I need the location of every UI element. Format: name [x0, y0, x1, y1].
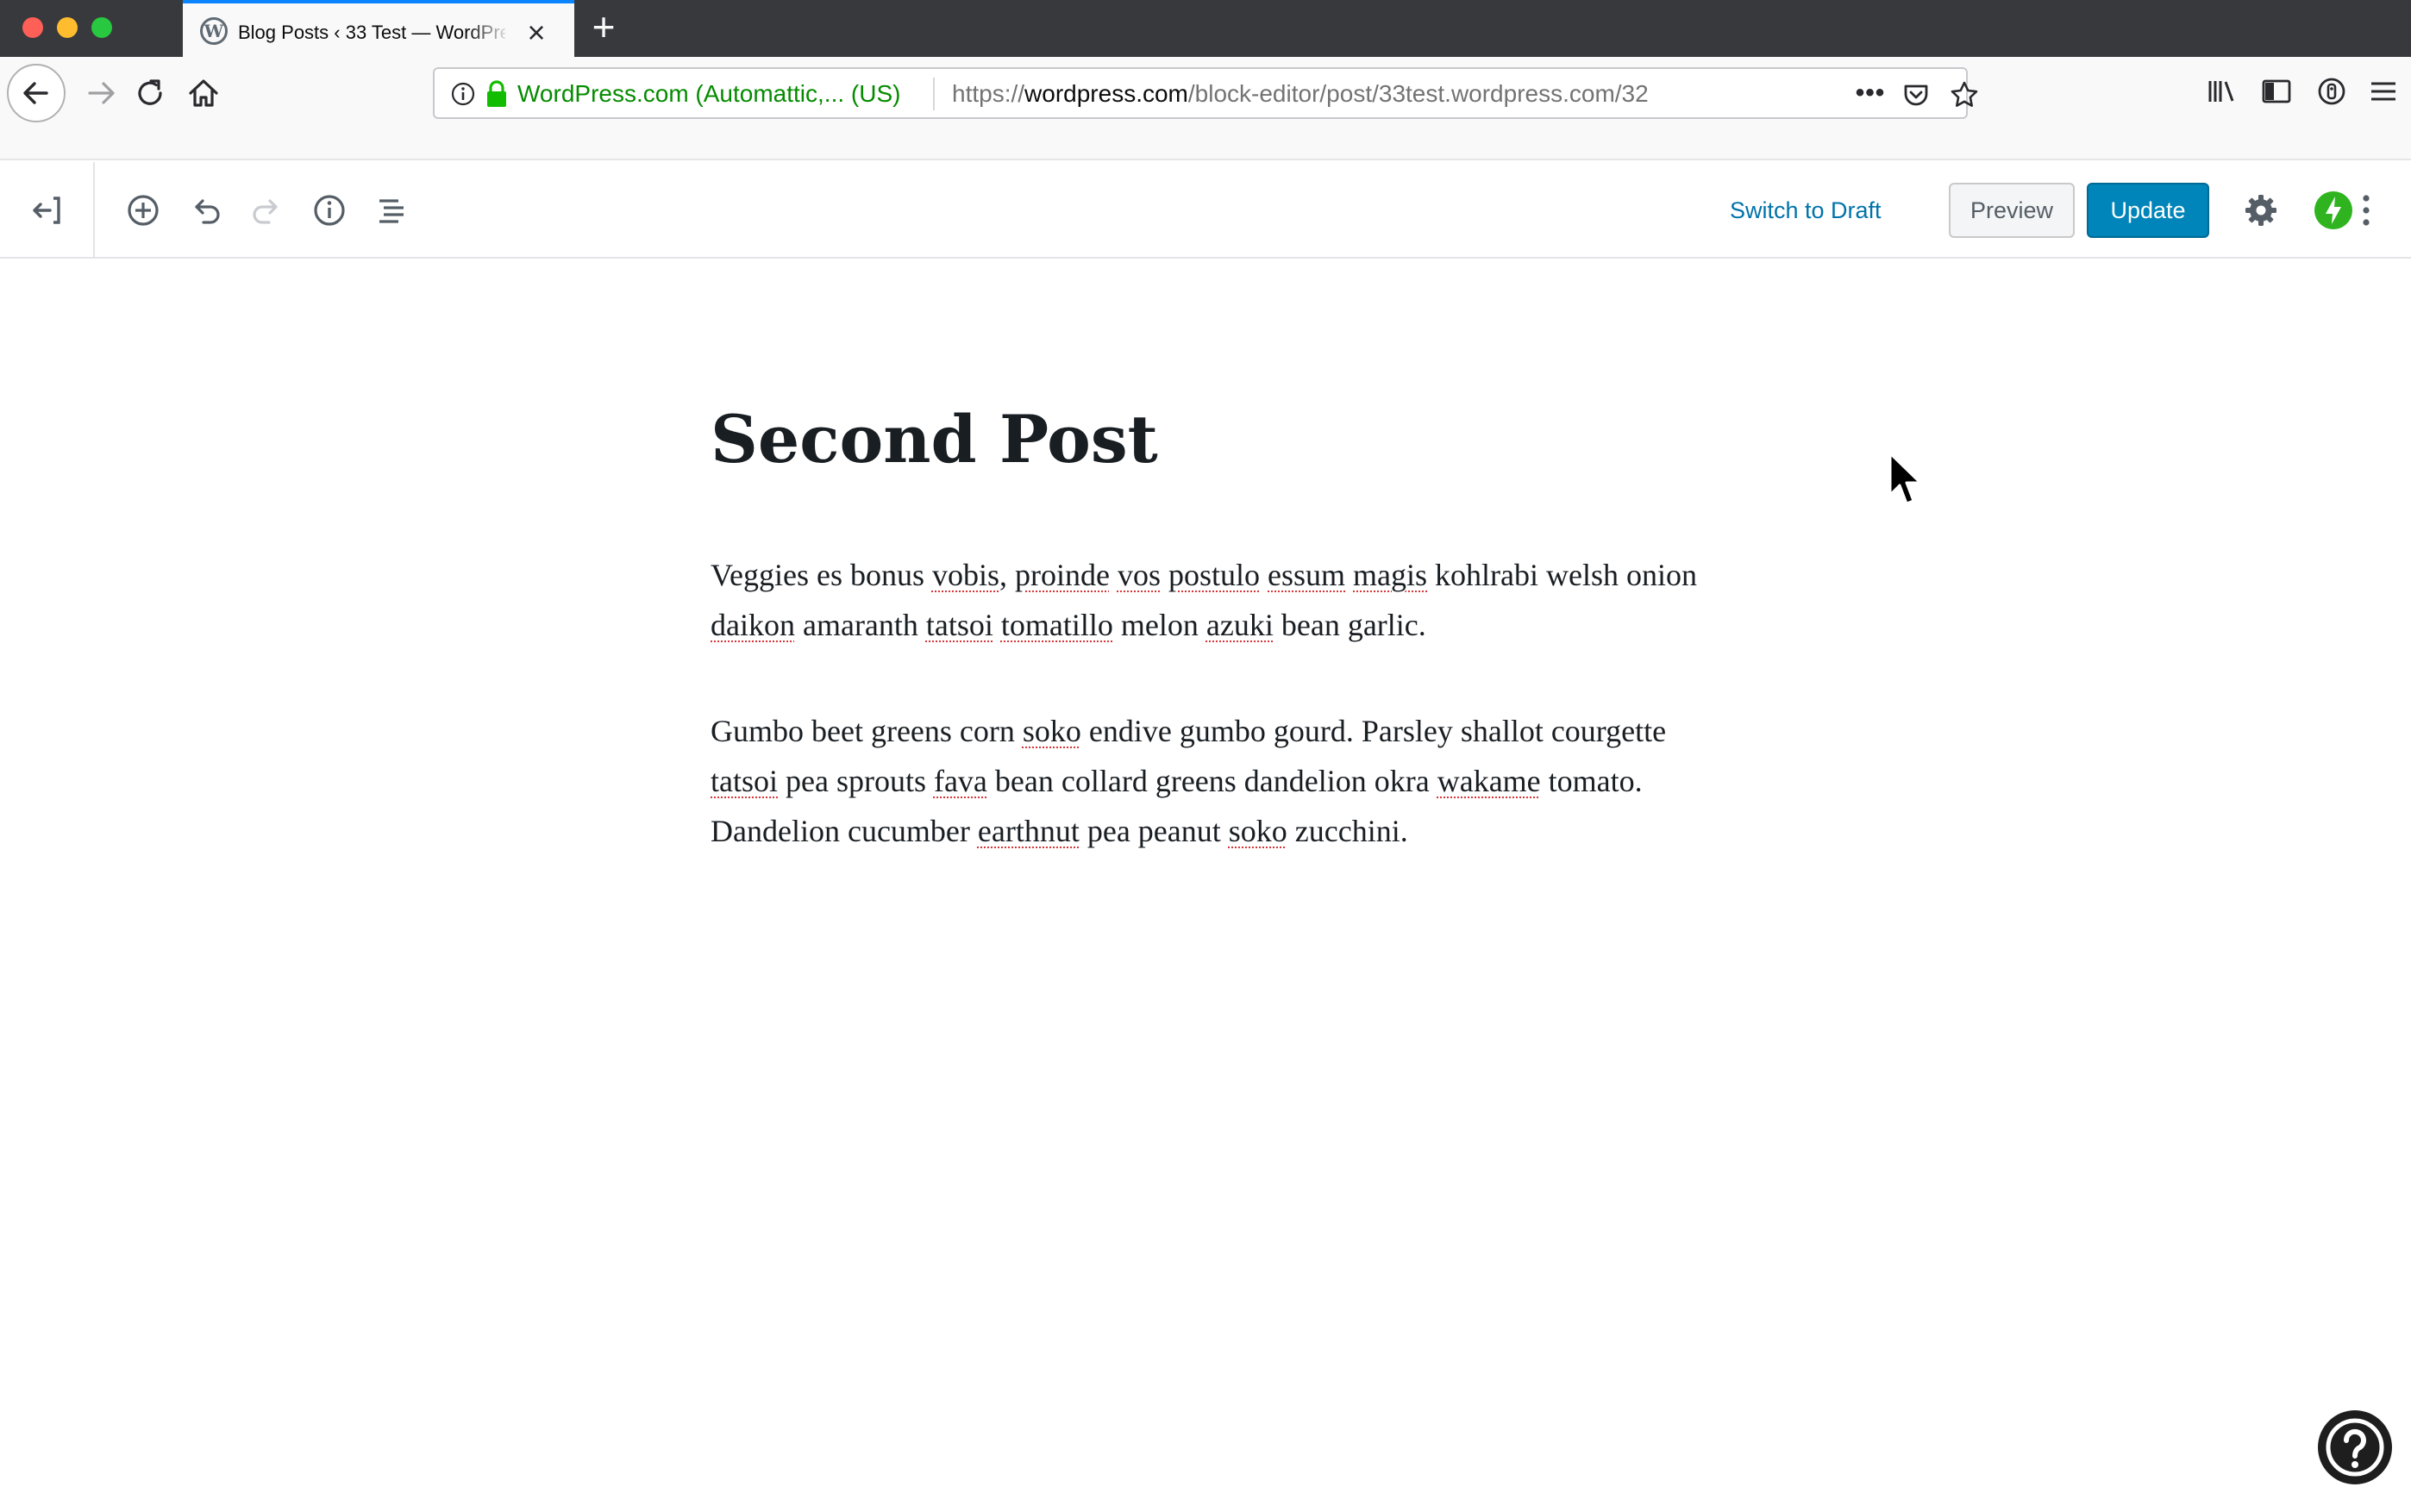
lock-icon: [487, 80, 506, 107]
address-separator: [933, 78, 935, 110]
paragraph-text: pea peanut: [1079, 814, 1229, 848]
undo-icon[interactable]: [186, 191, 224, 229]
misspelled-word[interactable]: proinde: [1015, 558, 1110, 592]
tab-title-fade: [467, 16, 510, 50]
paragraph-text: endive gumbo gourd. Parsley shallot cour…: [1080, 714, 1667, 748]
misspelled-word[interactable]: fava: [934, 764, 987, 798]
paragraph-text: melon: [1112, 608, 1206, 642]
header-divider: [93, 162, 95, 259]
mouse-cursor-icon: [1888, 452, 1922, 505]
misspelled-word[interactable]: earthnut: [978, 814, 1080, 848]
paragraph-text: ,: [999, 558, 1015, 592]
redo-icon[interactable]: [248, 191, 286, 229]
misspelled-word[interactable]: azuki: [1206, 608, 1274, 642]
help-button[interactable]: [2318, 1410, 2392, 1484]
site-identity-label[interactable]: WordPress.com (Automattic,... (US): [517, 79, 900, 109]
password-manager-icon[interactable]: [2314, 74, 2349, 109]
post-title[interactable]: Second Post: [711, 388, 1745, 491]
back-button[interactable]: [7, 64, 66, 122]
pocket-icon[interactable]: [1901, 79, 1932, 110]
exit-editor-icon[interactable]: [28, 191, 66, 229]
paragraph-text: [1161, 558, 1168, 592]
close-icon[interactable]: ×: [519, 16, 554, 50]
browser-tab-active[interactable]: W Blog Posts ‹ 33 Test — WordPress.com ×: [183, 0, 574, 57]
paragraph-text: bean collard greens dandelion okra: [986, 764, 1437, 798]
new-tab-button[interactable]: +: [579, 7, 628, 48]
reload-icon[interactable]: [129, 72, 171, 114]
paragraph-text: [1110, 558, 1118, 592]
zoom-window-button[interactable]: [91, 17, 112, 38]
paragraph-text: [1260, 558, 1268, 592]
paragraph-block[interactable]: Gumbo beet greens corn soko endive gumbo…: [711, 706, 1711, 856]
editor-header-toolbar: Switch to Draft Preview Update: [0, 162, 2411, 259]
outline-icon[interactable]: [373, 191, 410, 229]
forward-arrow-icon[interactable]: [81, 72, 122, 114]
info-icon[interactable]: [450, 81, 476, 107]
misspelled-word[interactable]: vos: [1118, 558, 1161, 592]
paragraph-text: Veggies es bonus: [711, 558, 932, 592]
update-button[interactable]: Update: [2087, 183, 2209, 238]
misspelled-word[interactable]: essum: [1268, 558, 1345, 592]
hamburger-menu-icon[interactable]: [2366, 74, 2401, 109]
misspelled-word[interactable]: daikon: [711, 608, 795, 642]
paragraph-text: [993, 608, 1001, 642]
misspelled-word[interactable]: soko: [1229, 814, 1287, 848]
paragraph-text: amaranth: [794, 608, 926, 642]
misspelled-word[interactable]: postulo: [1168, 558, 1260, 592]
library-icon[interactable]: [2204, 74, 2239, 109]
app-window: W Blog Posts ‹ 33 Test — WordPress.com ×…: [0, 0, 2411, 1512]
misspelled-word[interactable]: soko: [1023, 714, 1081, 748]
paragraph-text: pea sprouts: [778, 764, 934, 798]
paragraph-text: [1345, 558, 1353, 592]
tab-title: Blog Posts ‹ 33 Test — WordPress.com: [238, 22, 505, 43]
misspelled-word[interactable]: vobis: [932, 558, 999, 592]
url-text[interactable]: https://wordpress.com/block-editor/post/…: [952, 79, 1649, 109]
misspelled-word[interactable]: tatsoi: [926, 608, 993, 642]
paragraph-text: Gumbo beet greens corn: [711, 714, 1023, 748]
sidebar-icon[interactable]: [2259, 74, 2294, 109]
address-bar[interactable]: WordPress.com (Automattic,... (US) https…: [433, 67, 1978, 119]
url-host: wordpress.com: [1024, 80, 1188, 107]
misspelled-word[interactable]: wakame: [1437, 764, 1541, 798]
browser-tab-strip: W Blog Posts ‹ 33 Test — WordPress.com ×…: [0, 0, 2411, 57]
paragraph-text: zucchini.: [1287, 814, 1408, 848]
content-info-icon[interactable]: [310, 191, 348, 229]
misspelled-word[interactable]: tatsoi: [711, 764, 778, 798]
wordpress-icon: W: [200, 17, 228, 45]
page-actions-button[interactable]: •••: [1849, 76, 1892, 110]
back-arrow-icon: [23, 82, 48, 104]
star-icon[interactable]: [1949, 79, 1980, 110]
paragraph-text: kohlrabi welsh onion: [1427, 558, 1697, 592]
url-prefix: https://: [952, 80, 1025, 107]
paragraph-text: bean garlic.: [1273, 608, 1426, 642]
url-path: /block-editor/post/33test.wordpress.com/…: [1187, 80, 1649, 107]
preview-button[interactable]: Preview: [1949, 183, 2075, 238]
misspelled-word[interactable]: tomatillo: [1001, 608, 1113, 642]
add-block-icon[interactable]: [124, 191, 162, 229]
gear-icon[interactable]: [2242, 191, 2280, 229]
browser-navigation-bar: WordPress.com (Automattic,... (US) https…: [0, 57, 2411, 160]
home-icon[interactable]: [183, 72, 224, 114]
misspelled-word[interactable]: magis: [1353, 558, 1427, 592]
minimize-window-button[interactable]: [57, 17, 78, 38]
help-icon: [2326, 1418, 2384, 1477]
switch-to-draft-button[interactable]: Switch to Draft: [1730, 193, 1882, 228]
more-options-icon[interactable]: [2347, 191, 2385, 229]
close-window-button[interactable]: [22, 17, 43, 38]
paragraph-block[interactable]: Veggies es bonus vobis, proinde vos post…: [711, 550, 1711, 650]
